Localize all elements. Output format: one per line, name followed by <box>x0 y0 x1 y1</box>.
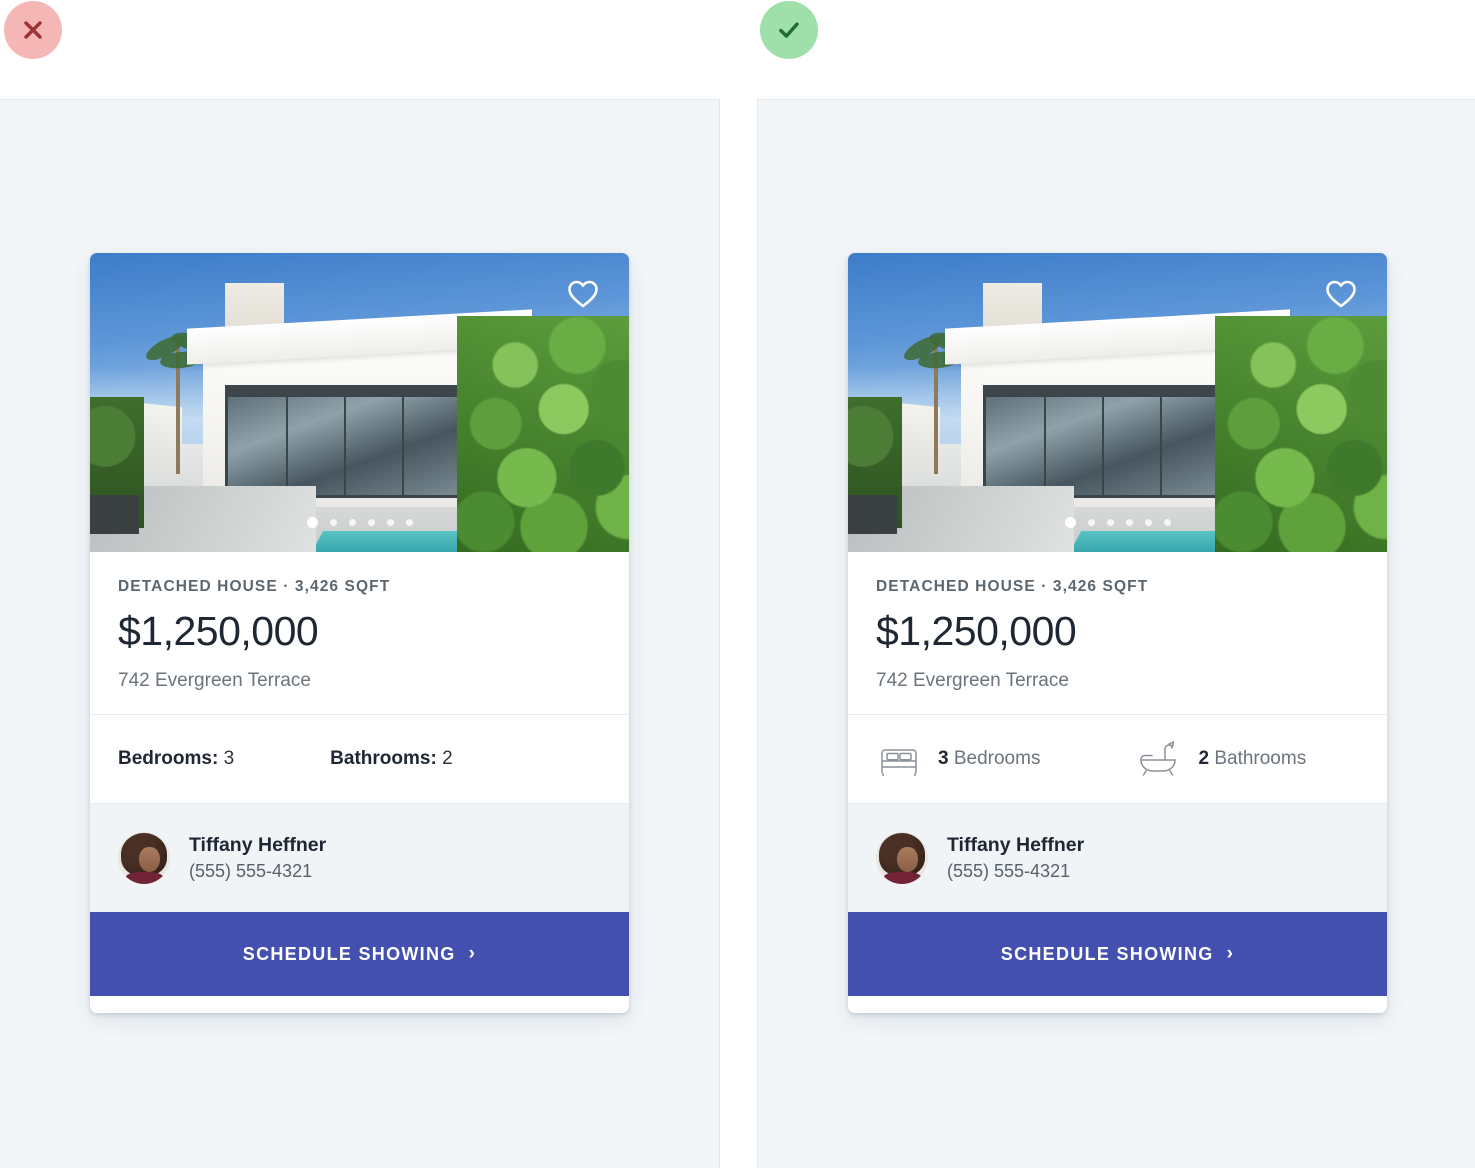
agent-phone[interactable]: (555) 555-4321 <box>189 861 326 882</box>
bedrooms-count: 3 <box>938 748 949 769</box>
carousel-dot-active[interactable] <box>1064 517 1076 528</box>
property-card-basic[interactable]: DETACHED HOUSE · 3,426 SQFT $1,250,000 7… <box>90 253 629 1013</box>
spec-bedrooms: 3 Bedrooms <box>876 741 1040 777</box>
schedule-showing-label: SCHEDULE SHOWING <box>1000 943 1214 964</box>
carousel-dots[interactable] <box>1064 517 1171 528</box>
carousel-dots[interactable] <box>306 517 413 528</box>
schedule-showing-button[interactable]: SCHEDULE SHOWING › <box>90 912 629 996</box>
glass-doors <box>224 393 473 499</box>
carousel-dot[interactable] <box>367 519 375 526</box>
schedule-showing-label: SCHEDULE SHOWING <box>242 943 456 964</box>
agent-phone[interactable]: (555) 555-4321 <box>947 861 1084 882</box>
carousel-dot[interactable] <box>1125 519 1133 526</box>
spec-bathrooms: Bathrooms: 2 <box>330 748 452 770</box>
bedrooms-value: 3 <box>223 748 235 769</box>
property-specs-basic: Bedrooms: 3 Bathrooms: 2 <box>90 715 629 803</box>
bathrooms-value: 2 <box>442 748 453 769</box>
planter <box>848 495 897 535</box>
bed-icon <box>876 741 922 777</box>
property-price: $1,250,000 <box>876 608 1077 654</box>
status-badge-incorrect <box>4 1 62 59</box>
bathrooms-label: Bathrooms: <box>330 748 437 769</box>
carousel-dot[interactable] <box>348 519 356 526</box>
property-photo[interactable] <box>848 253 1387 552</box>
comparison-stage: DETACHED HOUSE · 3,426 SQFT $1,250,000 7… <box>0 0 1475 1168</box>
close-icon <box>24 21 42 39</box>
avatar <box>118 832 170 884</box>
spec-bathrooms: 2 Bathrooms <box>1136 740 1306 778</box>
avatar <box>876 832 928 884</box>
property-address: 742 Evergreen Terrace <box>876 670 1069 691</box>
agent-name: Tiffany Heffner <box>947 834 1085 856</box>
property-specs-enhanced: 3 Bedrooms 2 Bathrooms <box>848 715 1387 803</box>
agent-name: Tiffany Heffner <box>189 834 327 856</box>
property-card-enhanced[interactable]: DETACHED HOUSE · 3,426 SQFT $1,250,000 7… <box>848 253 1387 1013</box>
property-photo[interactable] <box>90 253 629 552</box>
bedrooms-label: Bedrooms: <box>118 748 219 769</box>
property-info: DETACHED HOUSE · 3,426 SQFT $1,250,000 7… <box>90 552 629 714</box>
agent-row[interactable]: Tiffany Heffner (555) 555-4321 <box>848 804 1387 912</box>
carousel-dot[interactable] <box>1144 519 1152 526</box>
property-meta: DETACHED HOUSE · 3,426 SQFT <box>876 578 1149 595</box>
bathrooms-count: 2 <box>1198 748 1210 769</box>
panel-incorrect-example: DETACHED HOUSE · 3,426 SQFT $1,250,000 7… <box>0 99 720 1168</box>
carousel-dot[interactable] <box>1163 519 1171 526</box>
shrub-right <box>456 315 629 552</box>
carousel-dot[interactable] <box>1087 519 1095 526</box>
carousel-dot[interactable] <box>329 519 337 526</box>
shrub-right <box>1214 315 1387 552</box>
carousel-dot[interactable] <box>1106 519 1114 526</box>
status-badge-correct <box>760 1 818 59</box>
carousel-dot-active[interactable] <box>306 517 318 528</box>
planter <box>90 495 139 535</box>
bedrooms-label: Bedrooms <box>953 748 1041 769</box>
agent-row[interactable]: Tiffany Heffner (555) 555-4321 <box>90 804 629 912</box>
bathrooms-label: Bathrooms <box>1214 748 1307 769</box>
property-meta: DETACHED HOUSE · 3,426 SQFT <box>118 578 391 595</box>
spec-bedrooms: Bedrooms: 3 <box>118 748 234 770</box>
panel-correct-example: DETACHED HOUSE · 3,426 SQFT $1,250,000 7… <box>757 99 1475 1168</box>
property-address: 742 Evergreen Terrace <box>118 670 311 691</box>
property-price: $1,250,000 <box>118 608 319 654</box>
bathtub-icon <box>1136 740 1182 778</box>
favorite-heart-icon[interactable] <box>567 279 599 309</box>
chevron-right-icon: › <box>468 943 477 964</box>
carousel-dot[interactable] <box>386 519 394 526</box>
property-info: DETACHED HOUSE · 3,426 SQFT $1,250,000 7… <box>848 552 1387 714</box>
check-icon <box>779 22 799 38</box>
chevron-right-icon: › <box>1226 943 1235 964</box>
glass-doors <box>982 393 1231 499</box>
schedule-showing-button[interactable]: SCHEDULE SHOWING › <box>848 912 1387 996</box>
favorite-heart-icon[interactable] <box>1325 279 1357 309</box>
carousel-dot[interactable] <box>405 519 413 526</box>
